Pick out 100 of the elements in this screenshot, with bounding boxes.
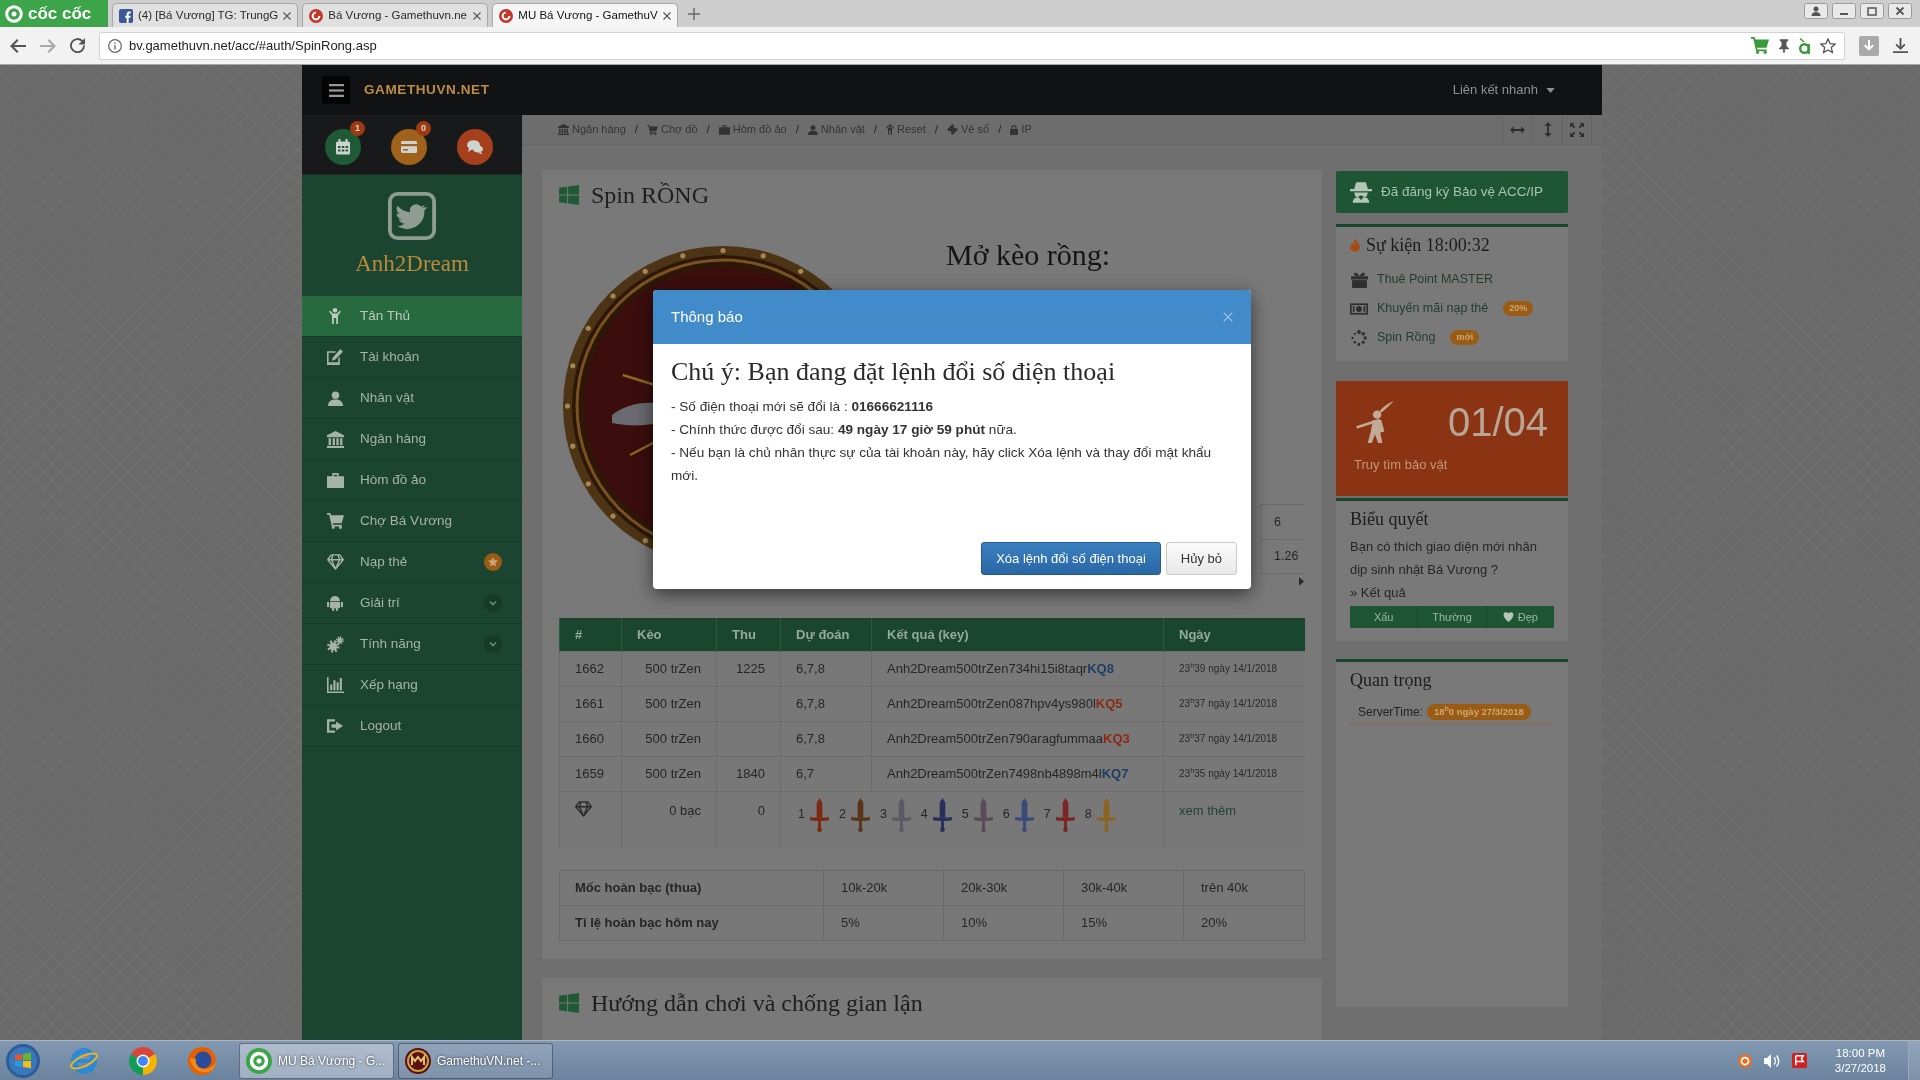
flame-icon	[1350, 238, 1360, 252]
ring-logo-icon	[5, 4, 23, 23]
table-cell: 1661	[559, 686, 622, 721]
diamond-icon	[575, 800, 592, 817]
back-icon[interactable]	[10, 38, 26, 53]
flag-icon[interactable]	[1791, 1053, 1807, 1068]
bank-icon	[326, 430, 344, 448]
taskbar-button[interactable]: GamethuVN.net -...	[398, 1042, 553, 1079]
address-field[interactable]: bv.gamethuvn.net/acc/#auth/SpinRong.asp	[99, 31, 1845, 60]
browser-tab[interactable]: Bá Vương - Gamethuvn.ne	[302, 3, 489, 27]
dialog-heading: Chú ý: Bạn đang đặt lệnh đổi số điện thoại	[671, 356, 1117, 387]
table-cell: 15%	[1063, 905, 1184, 941]
breadcrumb-link[interactable]: Nhân vật	[807, 121, 865, 138]
table-cell: Anh2Dream500trZen734hi15i8taqrKQ8	[871, 651, 1164, 686]
minimize-icon[interactable]	[1832, 3, 1856, 19]
sidebar-item[interactable]: Chợ Bá Vương	[302, 501, 522, 542]
user-icon	[327, 390, 343, 406]
sidebar-item[interactable]: Tính năng	[302, 624, 522, 665]
pin-icon[interactable]	[1779, 38, 1789, 53]
sidebar-item[interactable]: Nhân vật	[302, 378, 522, 419]
close-icon[interactable]	[473, 11, 482, 20]
event-link[interactable]: Thuê Point MASTER	[1350, 265, 1554, 294]
results-link[interactable]: » Kết quả	[1350, 585, 1406, 600]
notification-count: 1	[350, 120, 365, 136]
download-icon[interactable]	[1893, 38, 1908, 53]
info-icon[interactable]	[108, 38, 122, 53]
quick-links-dropdown[interactable]: Liên kết nhanh	[1452, 80, 1555, 100]
sidebar-item[interactable]: Xếp hạng	[302, 665, 522, 706]
browser-tab[interactable]: MU Bá Vương - GamethuV	[492, 3, 679, 27]
scroll-arrow-icon[interactable]	[1299, 577, 1304, 586]
close-icon[interactable]	[283, 11, 292, 20]
vote-button[interactable]: Thường	[1418, 606, 1487, 628]
chat-icon[interactable]	[457, 128, 493, 165]
table-cell: Anh2Dream500trZen7498nb4898m4lKQ7	[871, 756, 1164, 791]
protect-account-button[interactable]: Đã đăng ký Bảo vệ ACC/IP	[1336, 171, 1568, 213]
column-header: Dự đoán	[780, 618, 872, 651]
windows-icon	[559, 993, 579, 1013]
sidebar-item[interactable]: Tài khoản	[302, 337, 522, 378]
sword-icon	[932, 797, 952, 832]
sword-icon	[1096, 797, 1116, 832]
vote-button[interactable]: Đẹp	[1486, 606, 1554, 628]
treasure-card[interactable]: 01/04 Truy tìm bảo vật	[1336, 381, 1568, 496]
delete-request-button[interactable]: Xóa lệnh đổi số điện thoại	[981, 542, 1161, 575]
table-cell: 1.26	[1260, 539, 1304, 574]
event-link[interactable]: Spin Rồng mới	[1350, 323, 1554, 352]
vote-button[interactable]: Xấu	[1350, 606, 1419, 628]
sidebar-item[interactable]: Giải trí	[302, 583, 522, 624]
table-cell: 30k-40k	[1063, 870, 1184, 906]
logout-icon	[327, 719, 343, 733]
event-link[interactable]: Khuyến mãi nạp thẻ 20%	[1350, 294, 1554, 323]
sidebar-item[interactable]: Hòm đồ ảo	[302, 460, 522, 501]
table-cell: 5%	[823, 905, 944, 941]
chevron-icon	[484, 594, 502, 612]
robot-icon	[327, 595, 343, 611]
fullscreen-icon[interactable]	[1570, 122, 1584, 137]
breadcrumb-link[interactable]: Chợ đồ	[647, 121, 698, 138]
banknote-icon	[1350, 302, 1368, 315]
bird-icon[interactable]	[388, 192, 436, 240]
breadcrumb-link[interactable]: Ngân hàng	[558, 121, 626, 138]
close-icon[interactable]	[1888, 3, 1912, 19]
speaker-icon[interactable]	[1763, 1053, 1780, 1068]
reload-icon[interactable]	[70, 38, 85, 53]
breadcrumb-link[interactable]: Reset	[886, 121, 926, 138]
download-box-icon[interactable]	[1859, 35, 1879, 56]
sidebar-item[interactable]: Tân Thủ	[302, 296, 522, 337]
taskbar-button[interactable]: MU Bá Vương - G...	[239, 1042, 394, 1079]
browser-icon[interactable]	[187, 1045, 217, 1076]
panel-title: Hướng dẫn chơi và chống gian lận	[591, 989, 923, 1018]
plus-icon[interactable]	[688, 8, 701, 20]
table-cell: 6,7	[780, 756, 872, 791]
star-icon[interactable]	[1820, 37, 1836, 54]
table-cell: 6	[1260, 504, 1304, 539]
sidebar-item[interactable]: Logout	[302, 706, 522, 747]
column-header: #	[559, 618, 622, 651]
table-cell: trên 40k	[1183, 870, 1305, 906]
column-header: Ngày	[1163, 618, 1305, 651]
menu-button[interactable]	[322, 76, 350, 104]
cancel-button[interactable]: Hủy bỏ	[1165, 542, 1237, 575]
restore-icon[interactable]	[1860, 3, 1884, 19]
letter-icon[interactable]	[1799, 37, 1810, 54]
event-tag: 20%	[1503, 301, 1534, 316]
browser-icon[interactable]	[128, 1045, 158, 1076]
figure-icon	[886, 124, 895, 135]
close-icon[interactable]	[663, 11, 672, 20]
swirl-icon	[499, 8, 514, 23]
table-cell: 20k-30k	[943, 870, 1064, 906]
clock-time: 18:00 PM	[1835, 1045, 1886, 1061]
breadcrumb-link[interactable]: IP	[1010, 121, 1032, 138]
expand-height-icon[interactable]	[1543, 122, 1552, 137]
sidebar-item[interactable]: Nạp thẻ	[302, 542, 522, 583]
browser-menu-button[interactable]: cốc cốc	[0, 0, 108, 27]
sidebar-item[interactable]: Ngân hàng	[302, 419, 522, 460]
expand-width-icon[interactable]	[1510, 125, 1525, 134]
start-icon[interactable]	[6, 1043, 40, 1078]
account-icon[interactable]	[1804, 3, 1828, 19]
tray-app-icon[interactable]	[1737, 1053, 1752, 1068]
cart-icon[interactable]	[1751, 37, 1769, 54]
more-link[interactable]: xem thêm	[1179, 802, 1237, 818]
browser-tab[interactable]: (4) [Bá Vương] TG: TrungG	[112, 3, 299, 27]
site-logo[interactable]: GAMETHUVN.NET	[364, 79, 490, 101]
